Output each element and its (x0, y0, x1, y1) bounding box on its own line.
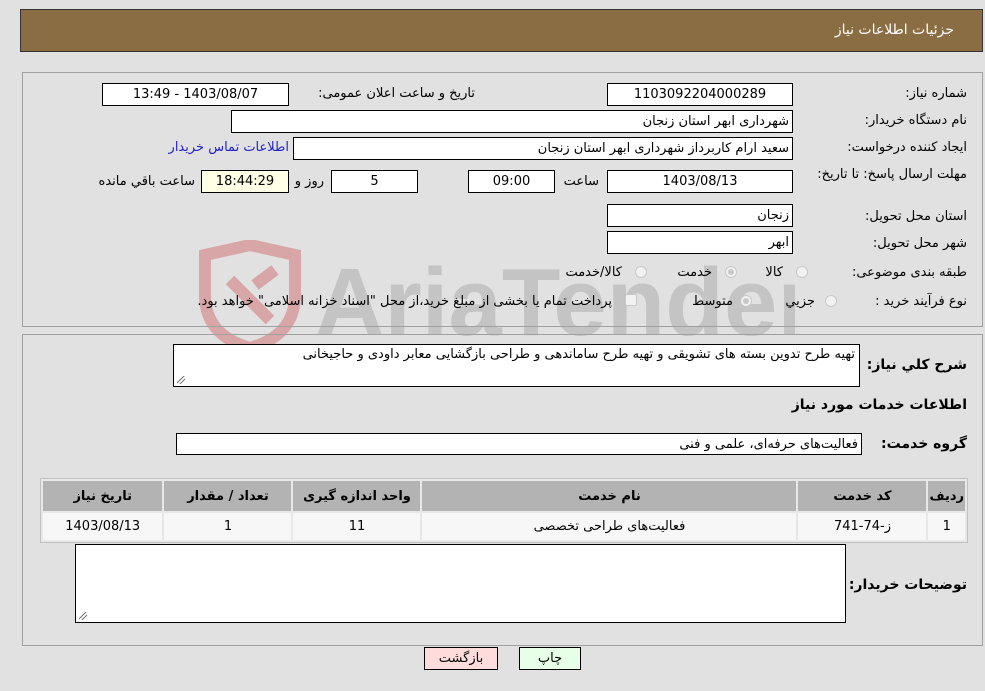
resize-grip-icon[interactable] (177, 376, 185, 384)
deadline-label: مهلت ارسال پاسخ: تا تاریخ: (817, 167, 967, 182)
announce-datetime-label: تاریخ و ساعت اعلان عمومی: (318, 86, 475, 101)
purchase-type-radio-small[interactable] (825, 295, 837, 307)
deadline-time-field[interactable]: 09:00 (468, 170, 555, 193)
city-field[interactable]: ابهر (607, 231, 793, 254)
category-radio-service[interactable] (725, 266, 737, 278)
buyer-org-label: نام دستگاه خریدار: (864, 113, 967, 128)
buyer-contact-link[interactable]: اطلاعات تماس خریدار (169, 140, 289, 155)
time-remaining-field[interactable]: 18:44:29 (201, 170, 289, 193)
buyer-notes-field[interactable] (75, 544, 846, 623)
col-service-code: کد خدمت (798, 481, 927, 511)
print-button[interactable]: چاپ (519, 647, 581, 670)
resize-grip-icon[interactable] (79, 612, 87, 620)
category-label: طبقه بندی موضوعی: (851, 265, 967, 280)
purchase-type-option-medium: متوسط (692, 294, 733, 309)
time-remaining-label: ساعت باقي مانده (98, 174, 195, 189)
col-service-name: نام خدمت (422, 481, 797, 511)
province-field[interactable]: زنجان (607, 204, 793, 227)
purchase-type-label: نوع فرآیند خرید : (875, 294, 967, 309)
requester-field[interactable]: سعید ارام کاربرداز شهرداری ابهر استان زن… (293, 137, 793, 160)
description-text: تهیه طرح تدوین بسته های تشویقی و تهیه طر… (302, 347, 855, 362)
days-label: روز و (294, 174, 324, 189)
treasury-payment-checkbox[interactable] (625, 294, 637, 306)
col-row: ردیف (928, 481, 965, 511)
col-need-date: تاریخ نیاز (43, 481, 163, 511)
category-option-goods-service: کالا/خدمت (565, 265, 622, 280)
table-header-row: ردیف کد خدمت نام خدمت واحد اندازه گیری ت… (43, 481, 965, 511)
col-unit: واحد اندازه گیری (293, 481, 421, 511)
col-quantity: تعداد / مقدار (164, 481, 292, 511)
cell-row: 1 (928, 513, 965, 540)
cell-unit: 11 (293, 513, 421, 540)
services-section-title: اطلاعات خدمات مورد نیاز (791, 397, 967, 413)
purchase-type-radio-medium[interactable] (740, 295, 752, 307)
category-radio-goods-service[interactable] (635, 266, 647, 278)
need-number-field[interactable]: 1103092204000289 (607, 83, 793, 106)
province-label: استان محل تحویل: (865, 209, 967, 224)
description-label: شرح کلي نیاز: (866, 357, 967, 373)
city-label: شهر محل تحویل: (872, 236, 967, 251)
services-table: ردیف کد خدمت نام خدمت واحد اندازه گیری ت… (40, 478, 968, 543)
purchase-type-option-small: جزيي (785, 294, 815, 309)
requester-label: ایجاد کننده درخواست: (847, 140, 967, 155)
treasury-payment-note: پرداخت تمام یا بخشی از مبلغ خرید،از محل … (197, 294, 612, 309)
cell-service-name: فعالیت‌های طراحی تخصصی (422, 513, 797, 540)
announce-datetime-field[interactable]: 1403/08/07 - 13:49 (102, 83, 289, 106)
back-button[interactable]: بازگشت (424, 647, 498, 670)
service-group-label: گروه خدمت: (881, 436, 967, 452)
category-radio-goods[interactable] (796, 266, 808, 278)
cell-need-date: 1403/08/13 (43, 513, 163, 540)
page-header: جزئیات اطلاعات نیاز (20, 9, 983, 52)
cell-service-code: ز-74-741 (798, 513, 927, 540)
deadline-time-label: ساعت (563, 174, 599, 189)
cell-quantity: 1 (164, 513, 292, 540)
need-number-label: شماره نیاز: (905, 86, 967, 101)
category-option-goods: کالا (765, 265, 783, 280)
days-remaining-field[interactable]: 5 (331, 170, 418, 193)
page-title: جزئیات اطلاعات نیاز (834, 22, 954, 38)
buyer-org-field[interactable]: شهرداری ابهر استان زنجان (231, 110, 793, 133)
table-row: 1 ز-74-741 فعالیت‌های طراحی تخصصی 11 1 1… (43, 513, 965, 540)
description-field[interactable]: تهیه طرح تدوین بسته های تشویقی و تهیه طر… (173, 344, 860, 387)
category-option-service: خدمت (677, 265, 712, 280)
service-group-field[interactable]: فعالیت‌های حرفه‌ای، علمی و فنی (176, 433, 862, 455)
deadline-date-field[interactable]: 1403/08/13 (607, 170, 793, 193)
buyer-notes-label: توضیحات خریدار: (848, 577, 967, 593)
